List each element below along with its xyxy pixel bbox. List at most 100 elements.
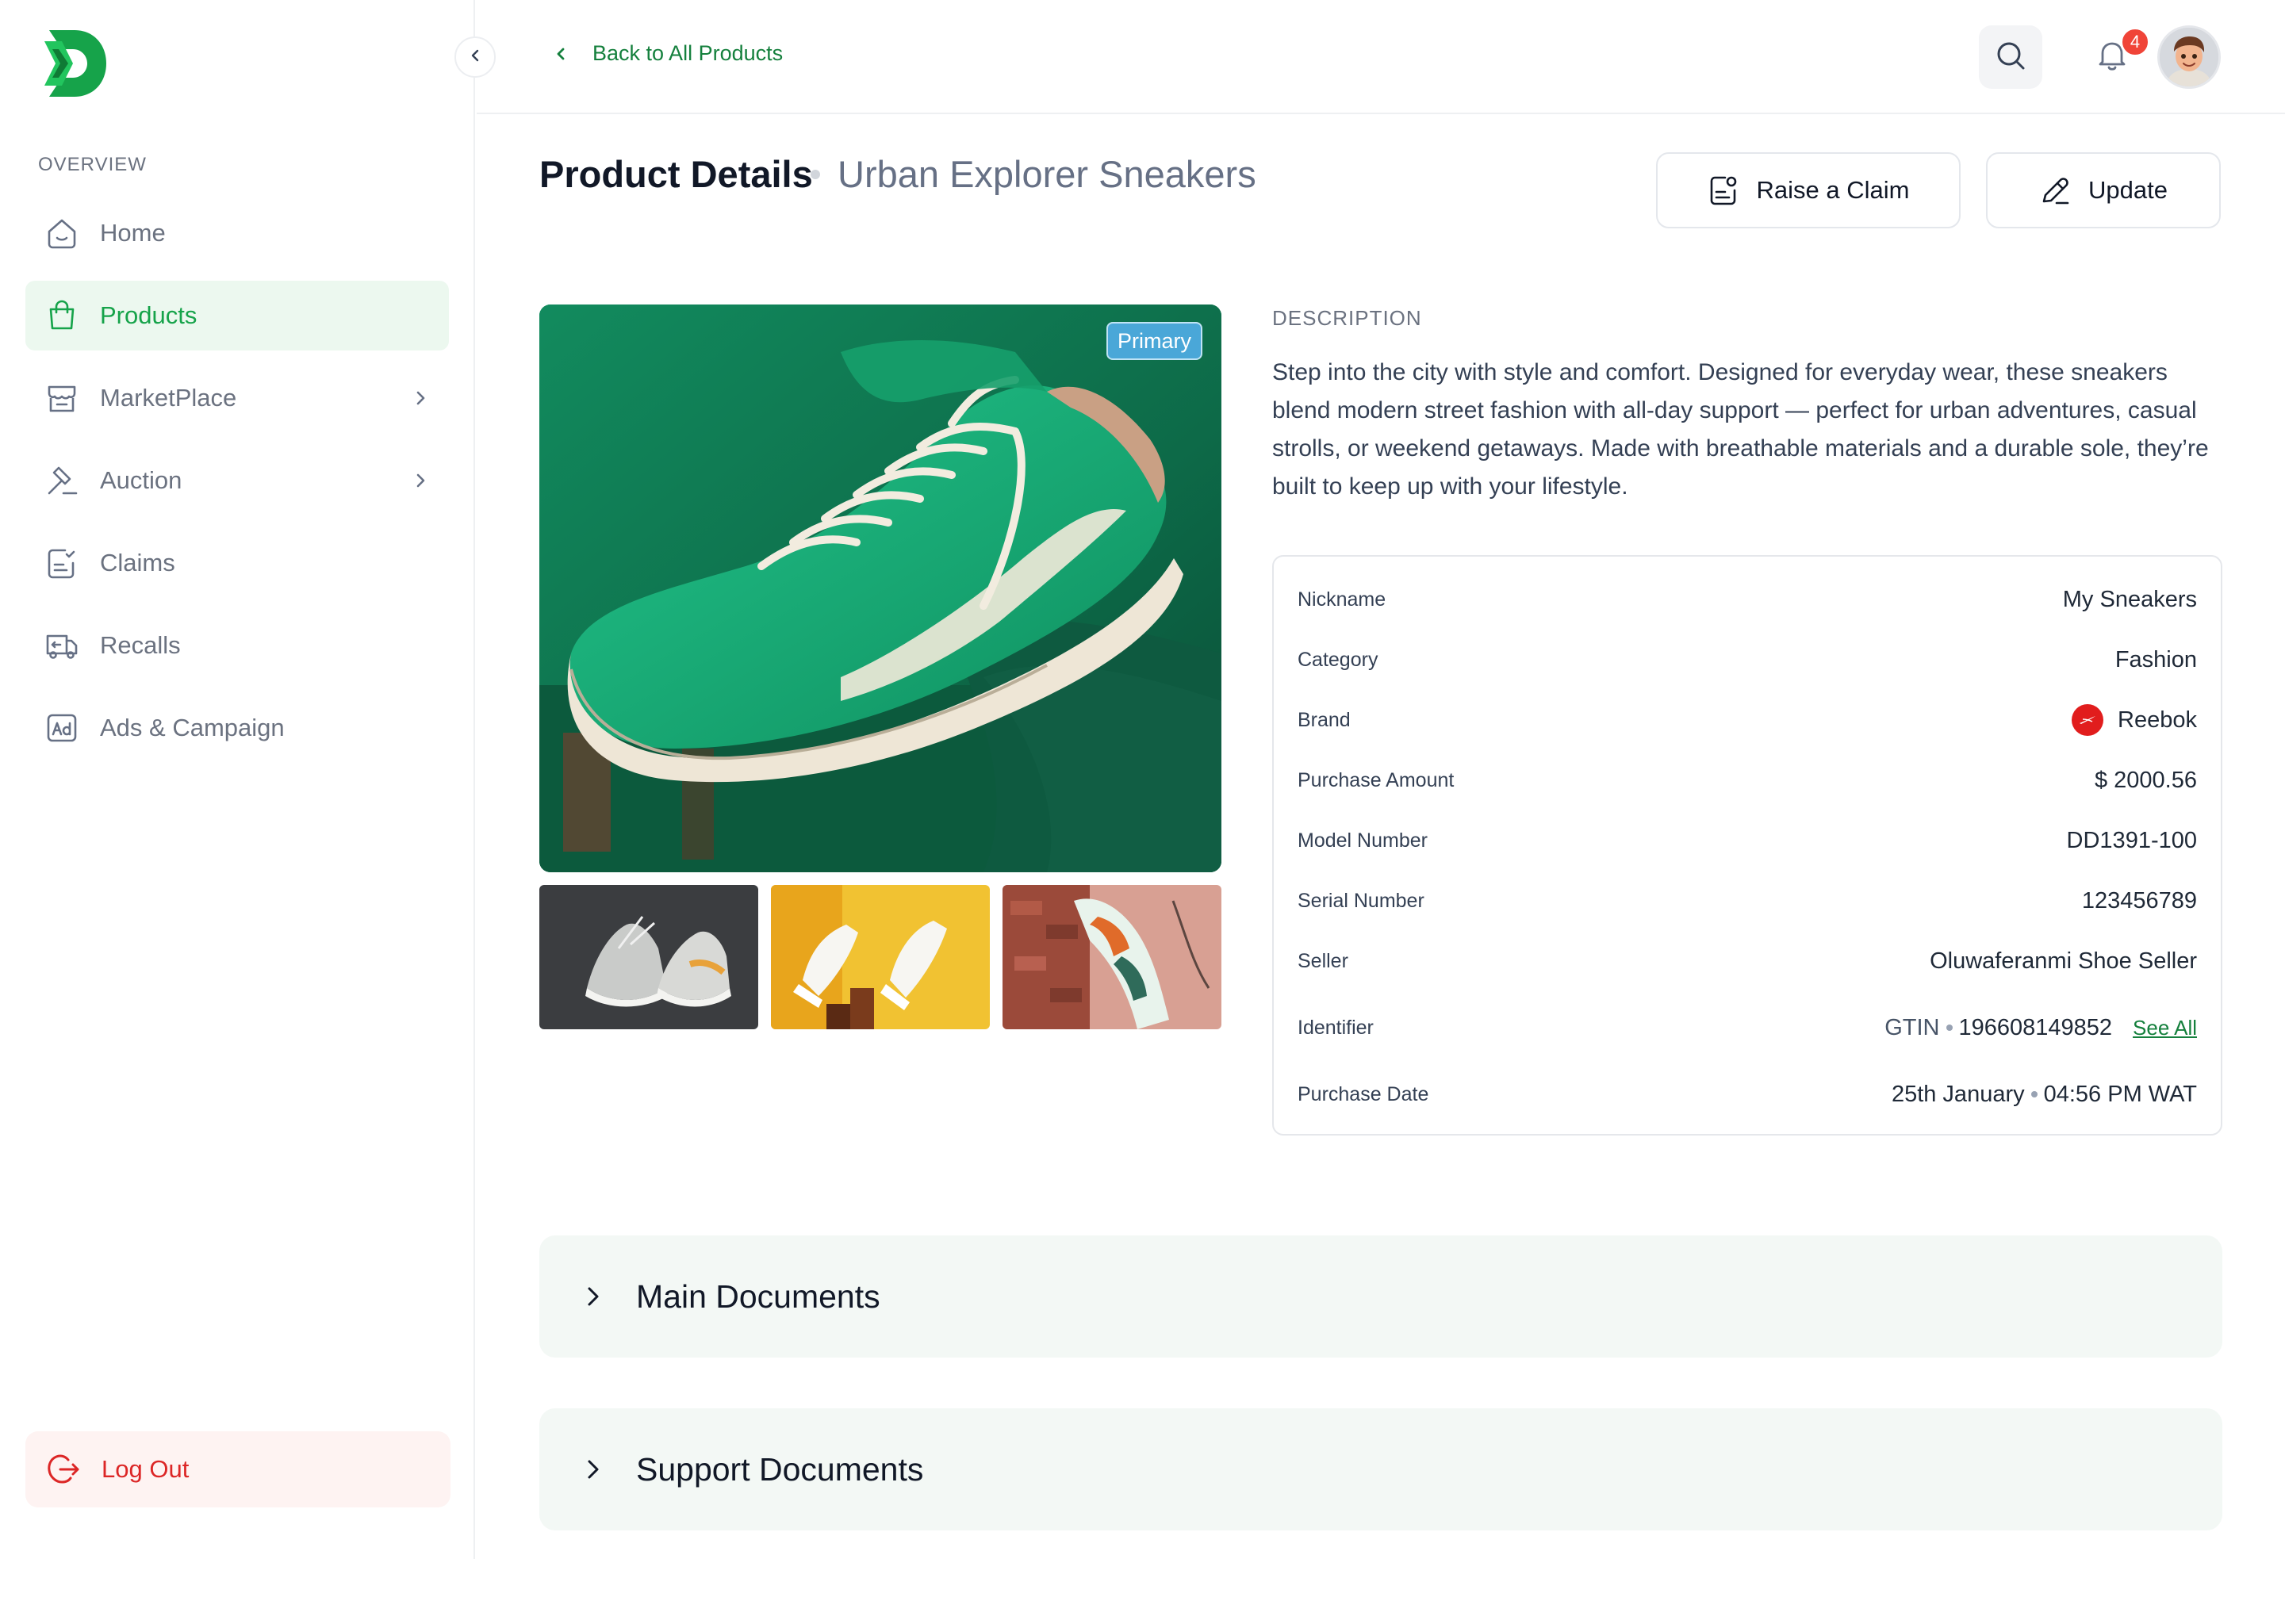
notifications-button[interactable]: 4	[2080, 25, 2150, 89]
product-name-subtitle: Urban Explorer Sneakers	[838, 153, 1256, 195]
separator-dot	[2030, 1091, 2038, 1097]
sidebar-item-ads-campaign[interactable]: Ads & Campaign	[25, 693, 449, 763]
notification-count-badge: 4	[2120, 27, 2150, 57]
raise-claim-label: Raise a Claim	[1756, 176, 1910, 204]
detail-value: 25th January 04:56 PM WAT	[1892, 1082, 2197, 1108]
detail-value: Reebok	[2072, 704, 2197, 736]
logout-button[interactable]: Log Out	[25, 1431, 450, 1507]
user-avatar[interactable]	[2157, 25, 2221, 89]
accordion-title: Main Documents	[636, 1277, 880, 1315]
chevron-right-icon	[409, 387, 431, 409]
detail-key: Purchase Date	[1298, 1082, 1429, 1105]
back-to-products-link[interactable]: Back to All Products	[550, 41, 783, 66]
truck-recall-icon	[44, 628, 79, 663]
search-icon	[1994, 39, 2027, 76]
app: OVERVIEW Home Products MarketPlace Aucti…	[0, 0, 2285, 1624]
detail-value: My Sneakers	[2062, 586, 2197, 612]
detail-row-brand: Brand Reebok	[1298, 704, 2197, 736]
sidebar-item-label: MarketPlace	[100, 384, 237, 412]
update-button[interactable]: Update	[1986, 152, 2221, 228]
logout-icon	[44, 1450, 82, 1488]
detail-row-category: Category Fashion	[1298, 644, 2197, 676]
detail-value: $ 2000.56	[2094, 767, 2197, 793]
chevron-right-icon	[579, 1455, 608, 1484]
detail-row-identifier: Identifier GTIN 196608149852 See All	[1298, 1012, 2197, 1044]
pencil-icon	[2039, 174, 2071, 206]
sidebar-item-products[interactable]: Products	[25, 281, 449, 350]
search-button[interactable]	[1979, 25, 2042, 89]
detail-row-purchase-date: Purchase Date 25th January 04:56 PM WAT	[1298, 1078, 2197, 1110]
detail-row-seller: Seller Oluwaferanmi Shoe Seller	[1298, 945, 2197, 977]
primary-product-image[interactable]: Primary	[539, 304, 1221, 872]
sidebar-item-auction[interactable]: Auction	[25, 446, 449, 515]
sidebar-item-home[interactable]: Home	[25, 198, 449, 268]
detail-row-model-number: Model Number DD1391-100	[1298, 825, 2197, 856]
detail-value: Oluwaferanmi Shoe Seller	[1930, 948, 2197, 974]
overview-section-label: OVERVIEW	[38, 154, 147, 175]
claims-icon	[44, 546, 79, 580]
support-documents-accordion[interactable]: Support Documents	[539, 1408, 2222, 1530]
back-link-label: Back to All Products	[592, 41, 784, 65]
gallery-thumbnail[interactable]	[1003, 885, 1221, 1029]
title-separator-dot	[811, 170, 820, 179]
store-icon	[44, 381, 79, 416]
brand-name: Reebok	[2118, 707, 2197, 733]
collapse-sidebar-button[interactable]	[454, 36, 496, 78]
detail-key: Model Number	[1298, 829, 1428, 852]
raise-claim-button[interactable]: Raise a Claim	[1656, 152, 1961, 228]
sidebar-nav: Home Products MarketPlace Auction Claims…	[25, 198, 449, 776]
gallery-thumbnail[interactable]	[771, 885, 990, 1029]
gavel-icon	[44, 463, 79, 498]
detail-value: DD1391-100	[2066, 827, 2197, 853]
sidebar-item-label: Auction	[100, 466, 182, 494]
purchase-date: 25th January	[1891, 1081, 2025, 1107]
reebok-logo-icon	[2072, 704, 2104, 736]
purchase-time: 04:56 PM WAT	[2043, 1081, 2197, 1107]
detail-key: Serial Number	[1298, 889, 1424, 912]
detail-key: Purchase Amount	[1298, 768, 1455, 791]
description-label: DESCRIPTION	[1272, 306, 1422, 330]
detail-key: Category	[1298, 648, 1378, 671]
product-details-card: Nickname My Sneakers Category Fashion Br…	[1272, 555, 2222, 1136]
identifier-value: 196608149852	[1958, 1014, 2113, 1040]
brand-logo[interactable]	[44, 30, 108, 97]
sidebar-item-label: Products	[100, 301, 197, 329]
shopping-bag-icon	[44, 298, 79, 333]
claim-icon	[1708, 174, 1739, 206]
detail-row-serial-number: Serial Number 123456789	[1298, 885, 2197, 917]
topbar: Back to All Products 4	[477, 0, 2285, 114]
detail-row-purchase-amount: Purchase Amount $ 2000.56	[1298, 764, 2197, 796]
chevron-right-icon	[579, 1282, 608, 1311]
detail-value: 123456789	[2081, 887, 2197, 914]
sidebar-item-label: Recalls	[100, 631, 181, 659]
detail-row-nickname: Nickname My Sneakers	[1298, 584, 2197, 615]
identifier-type: GTIN	[1884, 1014, 1940, 1040]
sidebar-item-marketplace[interactable]: MarketPlace	[25, 363, 449, 433]
detail-value: Fashion	[2114, 646, 2197, 672]
sidebar-item-label: Claims	[100, 549, 175, 576]
detail-key: Seller	[1298, 949, 1348, 972]
chevron-right-icon	[409, 469, 431, 492]
detail-key: Brand	[1298, 708, 1351, 731]
see-all-identifiers-link[interactable]: See All	[2133, 1016, 2197, 1040]
separator-dot	[1946, 1025, 1953, 1031]
update-label: Update	[2088, 176, 2168, 204]
home-icon	[44, 216, 79, 251]
detail-key: Identifier	[1298, 1016, 1374, 1039]
accordion-title: Support Documents	[636, 1450, 924, 1488]
sidebar: OVERVIEW Home Products MarketPlace Aucti…	[0, 0, 475, 1559]
chevron-left-icon	[466, 46, 485, 69]
main-documents-accordion[interactable]: Main Documents	[539, 1235, 2222, 1358]
ad-icon	[44, 710, 79, 745]
primary-image-badge: Primary	[1106, 322, 1202, 360]
product-description: Step into the city with style and comfor…	[1272, 359, 2209, 500]
sidebar-item-label: Ads & Campaign	[100, 714, 285, 741]
detail-value: GTIN 196608149852 See All	[1884, 1015, 2197, 1041]
page-title: Product Details	[539, 153, 813, 195]
detail-key: Nickname	[1298, 588, 1386, 611]
sidebar-item-claims[interactable]: Claims	[25, 528, 449, 598]
logout-label: Log Out	[102, 1455, 190, 1483]
sidebar-item-label: Home	[100, 219, 166, 247]
gallery-thumbnail[interactable]	[539, 885, 758, 1029]
sidebar-item-recalls[interactable]: Recalls	[25, 611, 449, 680]
